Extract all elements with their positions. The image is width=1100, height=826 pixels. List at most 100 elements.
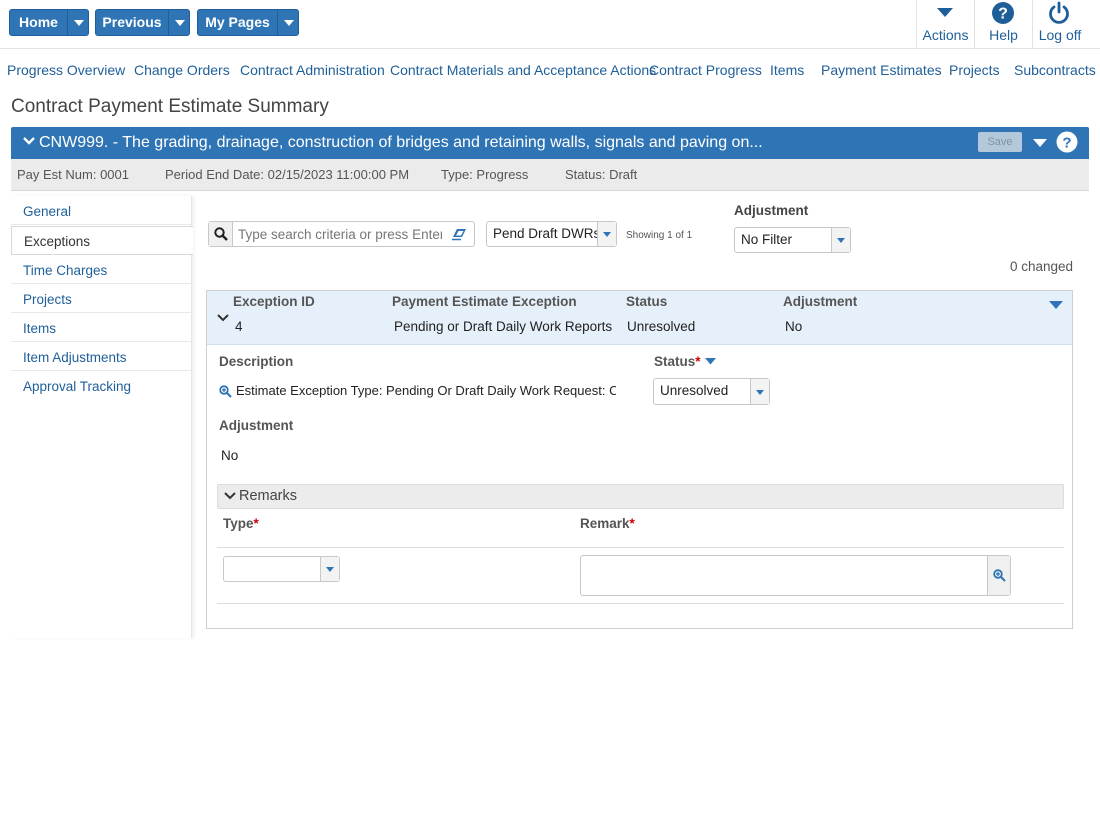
save-button[interactable]: Save xyxy=(978,132,1022,152)
remark-zoom-button[interactable] xyxy=(987,556,1010,595)
dropdown-button[interactable] xyxy=(320,557,339,581)
actions-label: Actions xyxy=(922,27,969,43)
chevron-down-icon[interactable] xyxy=(217,314,229,323)
my-pages-button[interactable]: My Pages xyxy=(197,9,299,36)
sidenav-label: Items xyxy=(23,321,57,336)
svg-text:?: ? xyxy=(998,6,1008,23)
remark-type-label: Type* xyxy=(223,516,259,531)
chevron-down-icon xyxy=(937,8,953,17)
sidenav-label: Time Charges xyxy=(23,263,108,278)
sidenav-item-projects[interactable]: Projects xyxy=(11,284,192,313)
description-value-clip: Estimate Exception Type: Pending Or Draf… xyxy=(236,383,616,401)
my-pages-dropdown-toggle[interactable] xyxy=(278,10,300,35)
chevron-down-icon xyxy=(756,390,764,395)
changed-count: 0 changed xyxy=(1010,259,1074,274)
dropdown-button[interactable] xyxy=(831,228,850,252)
detail-status-select[interactable]: Unresolved xyxy=(653,378,770,405)
help-label: Help xyxy=(989,27,1018,43)
sidenav-label: Projects xyxy=(23,292,72,307)
col-header-status: Status xyxy=(626,294,668,309)
menu-contract-administration[interactable]: Contract Administration xyxy=(240,62,385,78)
remark-text-label: Remark* xyxy=(580,516,635,531)
showing-count: Showing 1 of 1 xyxy=(626,230,693,241)
sidenav-label: Approval Tracking xyxy=(23,379,132,394)
remark-type-select[interactable] xyxy=(223,556,340,582)
estimate-status: Status: Draft xyxy=(565,167,638,182)
my-pages-button-label: My Pages xyxy=(205,14,270,30)
menu-progress-overview[interactable]: Progress Overview xyxy=(7,62,125,78)
detail-status-value: Unresolved xyxy=(660,383,729,398)
chevron-down-icon[interactable] xyxy=(1033,139,1047,148)
menu-subcontracts[interactable]: Subcontracts xyxy=(1014,62,1096,78)
help-icon[interactable]: ? xyxy=(1056,131,1078,153)
help-button[interactable]: ? Help xyxy=(975,0,1032,48)
adjustment-filter-select[interactable]: No Filter xyxy=(734,227,851,253)
eraser-icon[interactable] xyxy=(452,227,468,241)
detail-adjustment-value: No xyxy=(221,448,239,463)
menu-items[interactable]: Items xyxy=(770,62,804,78)
pend-draft-filter-value: Pend Draft DWRs xyxy=(493,226,601,241)
exception-id-value: 4 xyxy=(235,319,243,334)
exception-row-header[interactable]: Exception ID Payment Estimate Exception … xyxy=(207,291,1072,345)
previous-button[interactable]: Previous xyxy=(95,9,190,36)
pend-draft-filter-select[interactable]: Pend Draft DWRs xyxy=(486,221,617,247)
sidenav-item-exceptions[interactable]: Exceptions xyxy=(11,226,193,255)
remarks-section-header[interactable]: Remarks xyxy=(217,484,1064,509)
estimate-info-bar: Pay Est Num: 0001 Period End Date: 02/15… xyxy=(11,159,1089,191)
sidenav-item-items[interactable]: Items xyxy=(11,313,192,342)
sidenav-label: General xyxy=(23,204,72,219)
exception-adjustment-value: No xyxy=(785,319,803,334)
svg-text:?: ? xyxy=(1062,135,1071,152)
home-dropdown-toggle[interactable] xyxy=(68,10,90,35)
home-button[interactable]: Home xyxy=(9,9,89,36)
dropdown-button[interactable] xyxy=(597,222,616,246)
search-button[interactable] xyxy=(209,222,233,246)
search-box xyxy=(208,221,475,247)
sidenav-item-time-charges[interactable]: Time Charges xyxy=(11,255,192,284)
logoff-button[interactable]: Log off xyxy=(1033,0,1087,48)
sidenav-label: Exceptions xyxy=(24,234,91,249)
zoom-icon[interactable] xyxy=(219,385,232,398)
detail-status-label: Status* xyxy=(654,354,701,369)
sidenav-label: Item Adjustments xyxy=(23,350,127,365)
exception-name-value: Pending or Draft Daily Work Reports xyxy=(394,319,613,334)
dropdown-button[interactable] xyxy=(750,379,769,404)
menu-projects[interactable]: Projects xyxy=(949,62,1000,78)
contract-title: CNW999. - The grading, drainage, constru… xyxy=(39,134,763,151)
description-label: Description xyxy=(219,354,294,369)
chevron-down-icon xyxy=(284,20,294,26)
main-menu: Progress Overview Change Orders Contract… xyxy=(0,49,1100,89)
previous-dropdown-toggle[interactable] xyxy=(169,10,191,35)
menu-change-orders[interactable]: Change Orders xyxy=(134,62,230,78)
power-icon xyxy=(1049,1,1069,24)
actions-menu[interactable]: Actions xyxy=(917,0,974,48)
remark-text-input[interactable] xyxy=(580,555,1011,596)
remarks-title: Remarks xyxy=(239,488,298,504)
required-indicator: * xyxy=(695,354,701,369)
exception-panel: Exception ID Payment Estimate Exception … xyxy=(206,290,1073,629)
menu-contract-progress[interactable]: Contract Progress xyxy=(649,62,762,78)
required-indicator: * xyxy=(629,516,635,531)
chevron-down-icon xyxy=(74,20,84,26)
top-toolbar: Home Previous My Pages Actions ? Help Lo… xyxy=(0,0,1100,49)
contract-header: CNW999. - The grading, drainage, constru… xyxy=(11,127,1089,159)
col-header-exception-id: Exception ID xyxy=(233,294,315,309)
chevron-down-icon xyxy=(224,492,236,500)
period-end-date: Period End Date: 02/15/2023 11:00:00 PM xyxy=(165,167,410,182)
chevron-down-icon[interactable] xyxy=(23,136,35,146)
search-icon xyxy=(214,227,228,241)
sidenav-item-general[interactable]: General xyxy=(11,196,192,225)
pay-est-num: Pay Est Num: 0001 xyxy=(17,167,129,182)
adjustment-filter-value: No Filter xyxy=(741,232,793,247)
sidenav-item-item-adjustments[interactable]: Item Adjustments xyxy=(11,342,192,371)
menu-contract-materials[interactable]: Contract Materials and Acceptance Action… xyxy=(390,62,656,78)
chevron-down-icon[interactable] xyxy=(705,358,716,365)
detail-adjustment-label: Adjustment xyxy=(219,418,294,433)
menu-payment-estimates[interactable]: Payment Estimates xyxy=(821,62,942,78)
divider xyxy=(217,547,1064,548)
chevron-down-icon[interactable] xyxy=(1049,301,1063,310)
search-input[interactable] xyxy=(236,224,444,244)
zoom-icon xyxy=(993,569,1006,582)
sidenav-item-approval-tracking[interactable]: Approval Tracking xyxy=(11,371,192,400)
col-header-payment-estimate-exception: Payment Estimate Exception xyxy=(392,294,577,309)
